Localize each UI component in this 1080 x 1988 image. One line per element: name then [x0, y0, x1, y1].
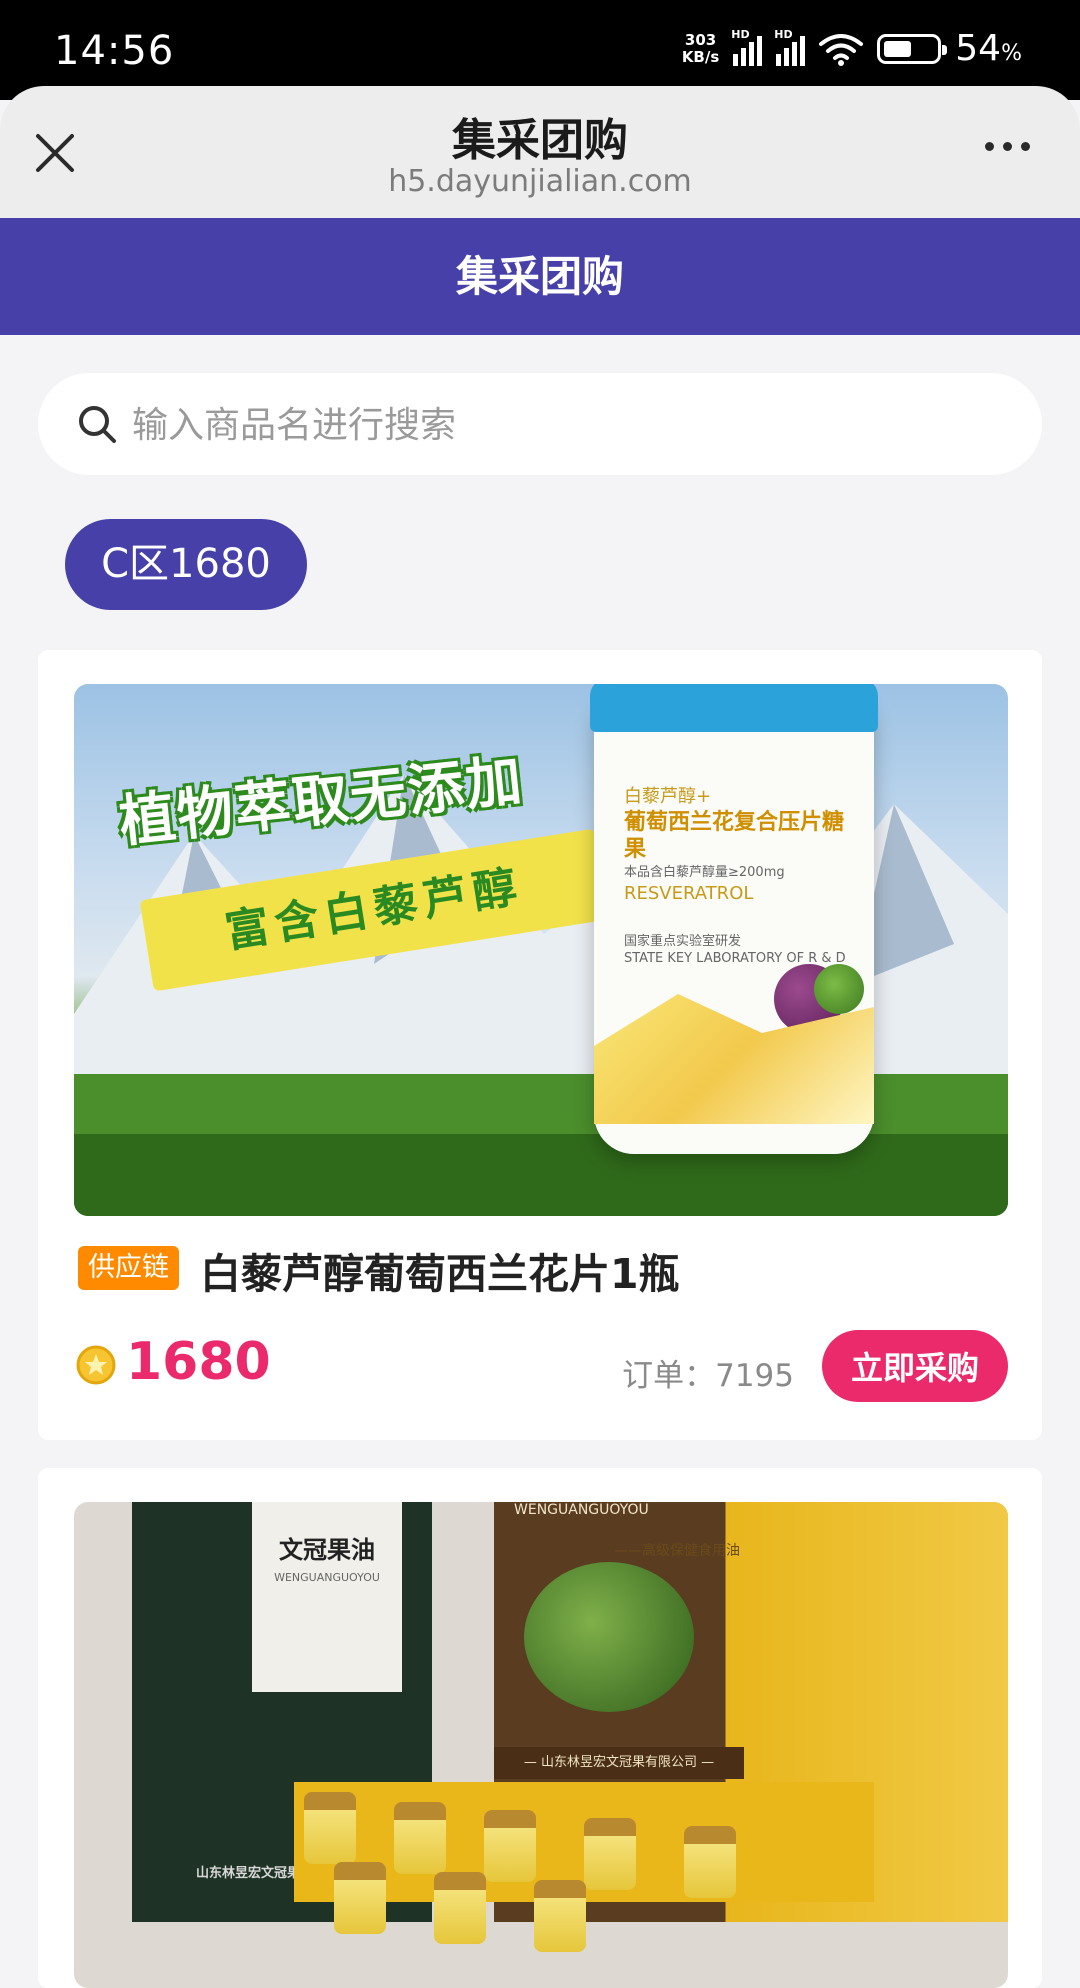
bottle-content: 本品含白藜芦醇量≥200mg: [624, 865, 785, 880]
wifi-icon: [819, 33, 864, 66]
product-card[interactable]: 植物萃取无添加 富含白藜芦醇 白藜芦醇+ 葡萄西兰花复合压片糖果 本品含白藜芦醇…: [38, 650, 1042, 1440]
network-speed: 303 KB/s: [681, 30, 720, 66]
sim1-hd-label: HD: [731, 27, 750, 41]
sim2-hd-label: HD: [774, 27, 793, 41]
coin-icon: [76, 1345, 116, 1385]
product-price: 1680: [126, 1332, 271, 1392]
bottle-english: RESVERATROL: [624, 883, 754, 904]
box-strip: — 山东林昱宏文冠果有限公司 —: [494, 1747, 744, 1779]
box-tagline: WENGUANGUOYOU: [514, 1502, 649, 1518]
status-time: 14:56: [54, 28, 175, 74]
product-title[interactable]: 白藜芦醇葡萄西兰花片1瓶: [200, 1240, 680, 1300]
search-icon: [79, 406, 116, 443]
bottle-lab-en: STATE KEY LABORATORY OF R & D: [624, 951, 846, 966]
vial-tray: [294, 1782, 874, 1952]
search-input[interactable]: [130, 399, 994, 451]
page-title: 集采团购: [0, 218, 1080, 335]
battery-percent: 54%: [955, 28, 1022, 69]
battery-icon: [877, 33, 948, 64]
battery-value: 54: [955, 28, 1002, 69]
battery-fill: [884, 40, 912, 57]
network-speed-unit: KB/s: [681, 47, 720, 66]
fruit-image: [524, 1562, 694, 1712]
box-pinyin: WENGUANGUOYOU: [274, 1571, 380, 1584]
browser-title: 集采团购: [452, 115, 628, 166]
category-tab[interactable]: C区1680: [65, 519, 307, 610]
search-bar[interactable]: [38, 373, 1042, 475]
signal-icon: HD: [731, 28, 763, 66]
broccoli-icon: [814, 964, 864, 1014]
bottle-lab-cn: 国家重点实验室研发: [624, 934, 742, 949]
browser-header: 集采团购 h5.dayunjialian.com: [0, 86, 1080, 218]
battery-unit: %: [1001, 41, 1022, 66]
status-icons: 303 KB/s HD HD 54%: [681, 28, 1022, 70]
box-subtitle: ——高级保健食用油: [614, 1543, 740, 1559]
bottle-brand: 白藜芦醇+: [624, 786, 712, 807]
network-speed-value: 303: [684, 30, 717, 49]
product-bottle: 白藜芦醇+ 葡萄西兰花复合压片糖果 本品含白藜芦醇量≥200mg RESVERA…: [590, 684, 878, 1154]
order-count: 订单：7195: [622, 1358, 794, 1394]
browser-url: h5.dayunjialian.com: [388, 164, 692, 199]
status-bar: 14:56 303 KB/s HD HD 54%: [0, 0, 1080, 100]
product-image[interactable]: 植物萃取无添加 富含白藜芦醇 白藜芦醇+ 葡萄西兰花复合压片糖果 本品含白藜芦醇…: [74, 684, 1008, 1216]
box-title: 文冠果油: [279, 1536, 375, 1564]
bottle-name: 葡萄西兰花复合压片糖果: [624, 810, 845, 862]
product-image[interactable]: 文冠果油 WENGUANGUOYOU 山东林昱宏文冠果有限公司 WENGUANG…: [74, 1502, 1008, 1988]
buy-now-button[interactable]: 立即采购: [822, 1330, 1008, 1402]
supply-chain-badge: 供应链: [78, 1246, 179, 1290]
signal-icon: HD: [774, 28, 806, 66]
more-icon[interactable]: [985, 142, 1030, 151]
product-card[interactable]: 文冠果油 WENGUANGUOYOU 山东林昱宏文冠果有限公司 WENGUANG…: [38, 1468, 1042, 1988]
